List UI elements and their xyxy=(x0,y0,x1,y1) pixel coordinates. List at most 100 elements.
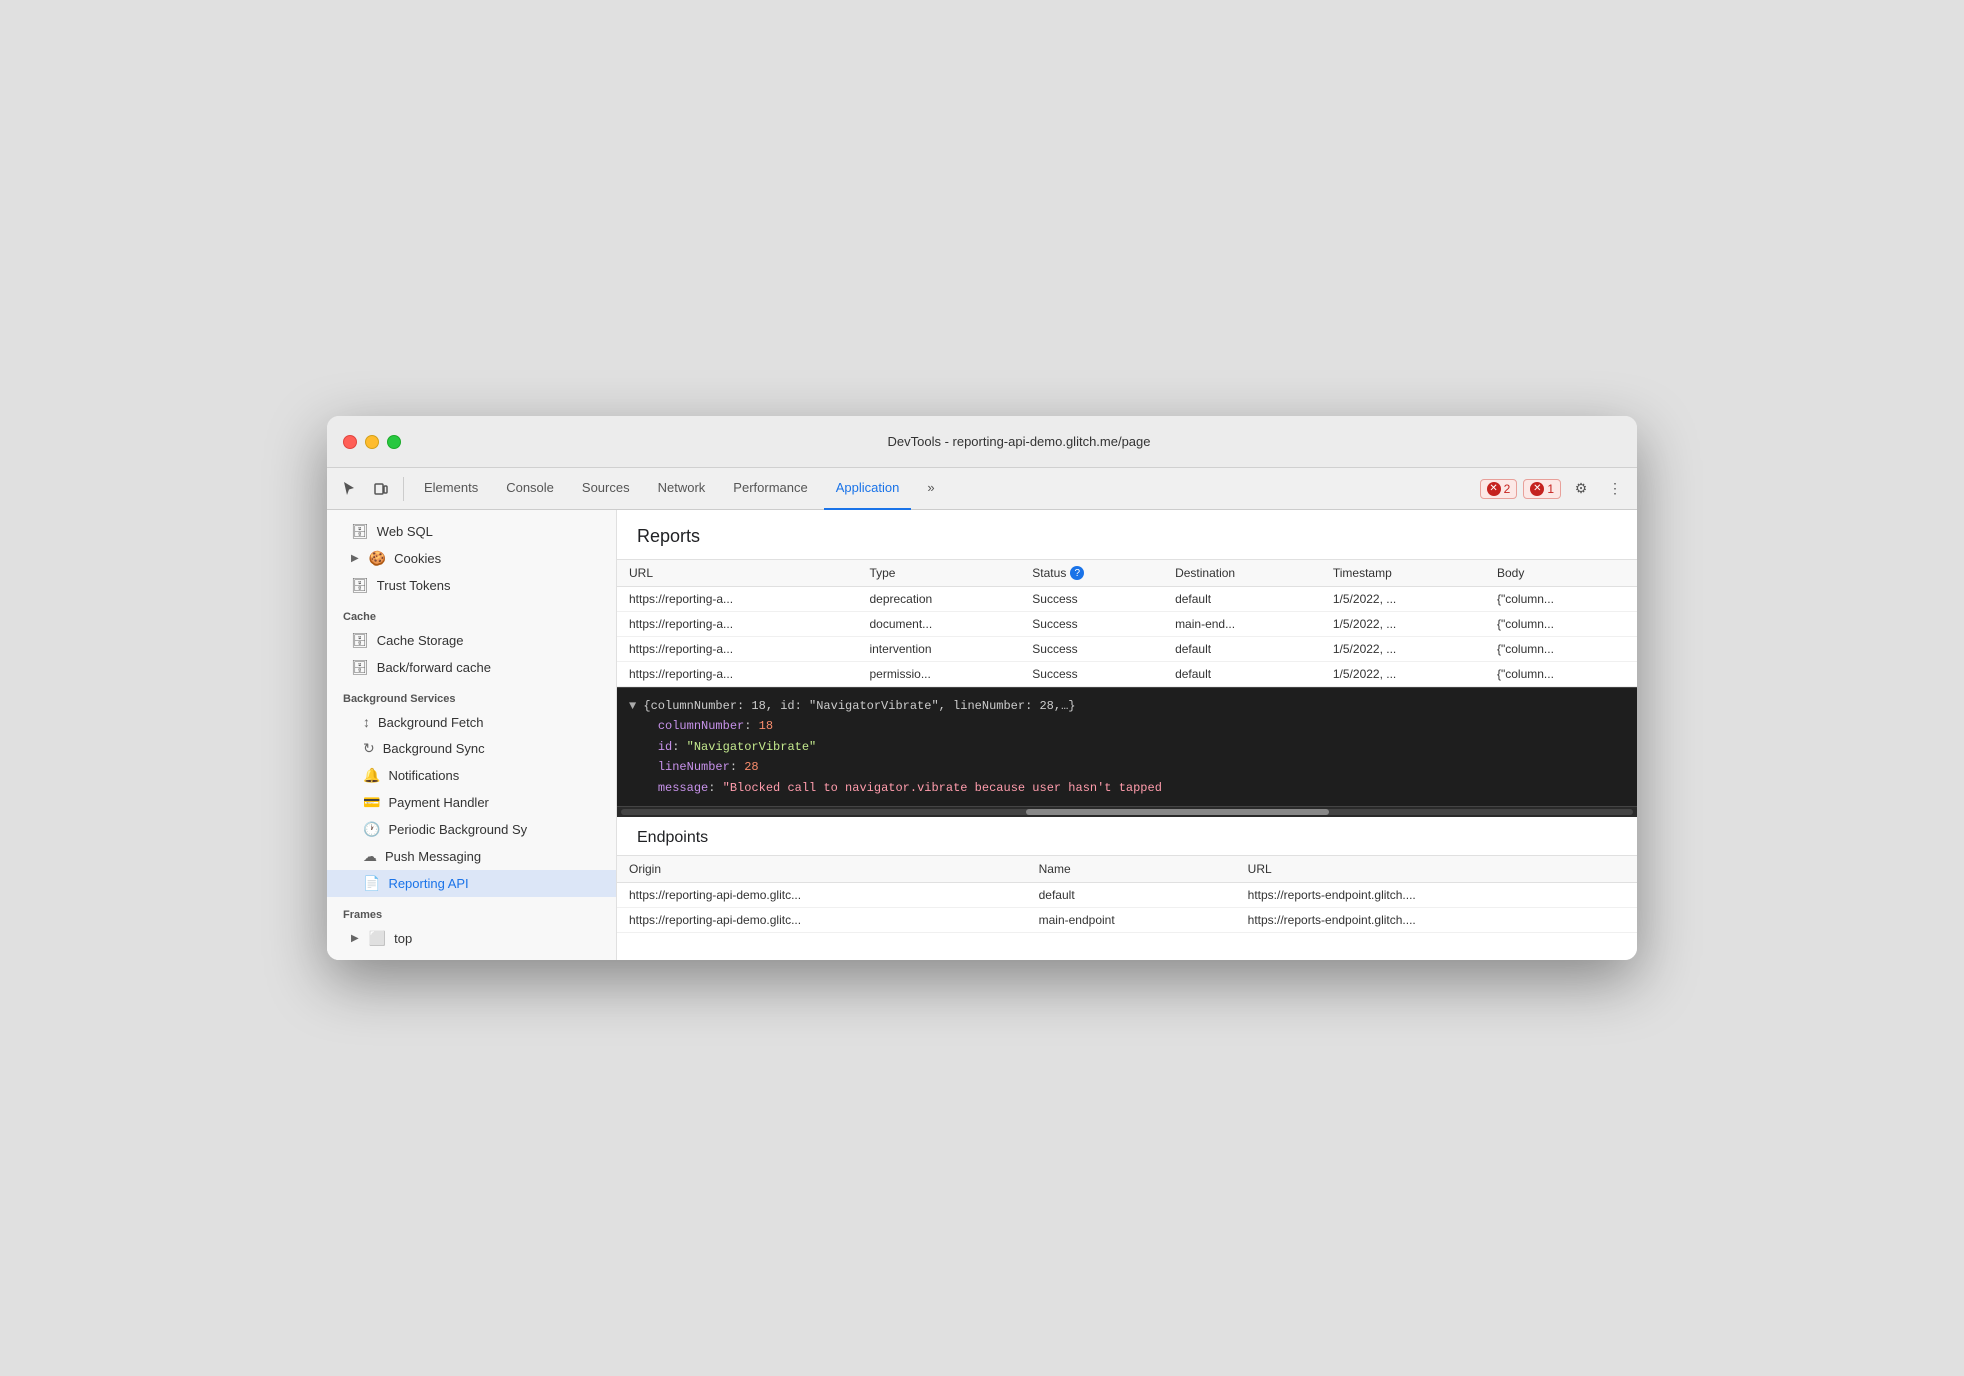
detail-id: id: "NavigatorVibrate" xyxy=(629,737,1625,757)
bfcache-icon: 🗄 xyxy=(351,659,369,676)
frames-section-header: Frames xyxy=(327,897,616,925)
endpoints-table-container: Origin Name URL https://reporting-api-de… xyxy=(617,856,1637,960)
sidebar-item-cookies[interactable]: ▶ 🍪 Cookies xyxy=(327,545,616,572)
cell-type: document... xyxy=(857,612,1020,637)
table-row[interactable]: https://reporting-a... permissio... Succ… xyxy=(617,662,1637,687)
cell-body: {"column... xyxy=(1485,637,1637,662)
titlebar: DevTools - reporting-api-demo.glitch.me/… xyxy=(327,416,1637,468)
traffic-lights xyxy=(343,435,401,449)
cell-destination: default xyxy=(1163,662,1321,687)
token-icon: 🗄 xyxy=(351,577,369,594)
more-options-icon[interactable]: ⋮ xyxy=(1601,475,1629,503)
expand-icon: ▶ xyxy=(351,933,359,944)
status-header: Status ? xyxy=(1032,566,1084,580)
detail-panel: ▼ {columnNumber: 18, id: "NavigatorVibra… xyxy=(617,687,1637,807)
settings-icon[interactable]: ⚙ xyxy=(1567,475,1595,503)
sidebar-item-top-frame[interactable]: ▶ ⬜ top xyxy=(327,925,616,952)
col-origin: Origin xyxy=(617,856,1027,883)
sidebar-item-label: Push Messaging xyxy=(385,849,481,864)
cell-timestamp: 1/5/2022, ... xyxy=(1321,612,1485,637)
sidebar-item-push-messaging[interactable]: ☁ Push Messaging xyxy=(327,843,616,870)
sidebar-item-label: top xyxy=(394,931,412,946)
tab-sources[interactable]: Sources xyxy=(570,468,642,510)
error-badge-1[interactable]: ✕ 2 xyxy=(1480,479,1518,499)
cell-type: permissio... xyxy=(857,662,1020,687)
minimize-button[interactable] xyxy=(365,435,379,449)
col-destination: Destination xyxy=(1163,560,1321,587)
table-row[interactable]: https://reporting-a... document... Succe… xyxy=(617,612,1637,637)
tab-application[interactable]: Application xyxy=(824,468,912,510)
close-button[interactable] xyxy=(343,435,357,449)
sidebar-item-bg-sync[interactable]: ↻ Background Sync xyxy=(327,735,616,762)
sidebar-item-label: Periodic Background Sy xyxy=(388,822,527,837)
sidebar-item-trust-tokens[interactable]: 🗄 Trust Tokens xyxy=(327,572,616,599)
cell-body: {"column... xyxy=(1485,612,1637,637)
tab-more[interactable]: » xyxy=(915,468,946,510)
cell-body: {"column... xyxy=(1485,662,1637,687)
detail-obj-text: {columnNumber: 18, id: "NavigatorVibrate… xyxy=(643,699,1075,713)
detail-summary[interactable]: ▼ {columnNumber: 18, id: "NavigatorVibra… xyxy=(629,696,1625,716)
sidebar-item-label: Back/forward cache xyxy=(377,660,491,675)
expand-icon: ▶ xyxy=(351,553,359,564)
cell-timestamp: 1/5/2022, ... xyxy=(1321,637,1485,662)
table-row[interactable]: https://reporting-api-demo.glitc... defa… xyxy=(617,882,1637,907)
tab-performance[interactable]: Performance xyxy=(721,468,819,510)
sidebar-item-label: Trust Tokens xyxy=(377,578,451,593)
horizontal-scrollbar[interactable] xyxy=(617,807,1637,817)
key-message: message xyxy=(658,781,708,795)
collapse-arrow[interactable]: ▼ xyxy=(629,699,636,713)
cursor-icon[interactable] xyxy=(335,475,363,503)
toolbar-divider xyxy=(403,477,404,501)
cell-url: https://reporting-a... xyxy=(617,587,857,612)
sidebar: 🗄 Web SQL ▶ 🍪 Cookies 🗄 Trust Tokens Cac… xyxy=(327,510,617,960)
cell-timestamp: 1/5/2022, ... xyxy=(1321,662,1485,687)
device-icon[interactable] xyxy=(367,475,395,503)
detail-line-number: lineNumber: 28 xyxy=(629,757,1625,777)
error-count-1: 2 xyxy=(1504,482,1511,496)
tab-console[interactable]: Console xyxy=(494,468,566,510)
scroll-thumb[interactable] xyxy=(1026,809,1330,815)
val-message: "Blocked call to navigator.vibrate becau… xyxy=(723,781,1162,795)
sidebar-item-payment-handler[interactable]: 💳 Payment Handler xyxy=(327,789,616,816)
status-help-icon[interactable]: ? xyxy=(1070,566,1084,580)
database-icon: 🗄 xyxy=(351,523,369,540)
error-x-icon-1: ✕ xyxy=(1487,482,1501,496)
col-type: Type xyxy=(857,560,1020,587)
cell-status: Success xyxy=(1020,662,1163,687)
fullscreen-button[interactable] xyxy=(387,435,401,449)
sidebar-item-notifications[interactable]: 🔔 Notifications xyxy=(327,762,616,789)
cell-origin: https://reporting-api-demo.glitc... xyxy=(617,907,1027,932)
sidebar-item-periodic-bg-sync[interactable]: 🕐 Periodic Background Sy xyxy=(327,816,616,843)
sidebar-item-bg-fetch[interactable]: ↕ Background Fetch xyxy=(327,709,616,735)
sidebar-item-reporting-api[interactable]: 📄 Reporting API xyxy=(327,870,616,897)
cell-url: https://reports-endpoint.glitch.... xyxy=(1236,882,1637,907)
cloud-icon: ☁ xyxy=(363,848,377,865)
frame-icon: ⬜ xyxy=(369,930,386,947)
cell-body: {"column... xyxy=(1485,587,1637,612)
cache-icon: 🗄 xyxy=(351,632,369,649)
tab-elements[interactable]: Elements xyxy=(412,468,490,510)
reports-table: URL Type Status ? Destination Timestamp xyxy=(617,560,1637,687)
sidebar-item-label: Background Sync xyxy=(383,741,485,756)
reports-title: Reports xyxy=(617,510,1637,560)
cell-name: main-endpoint xyxy=(1027,907,1236,932)
sidebar-item-bfcache[interactable]: 🗄 Back/forward cache xyxy=(327,654,616,681)
toolbar-right: ✕ 2 ✕ 1 ⚙ ⋮ xyxy=(1480,475,1629,503)
cell-destination: default xyxy=(1163,637,1321,662)
cookie-icon: 🍪 xyxy=(369,550,386,567)
val-id: "NavigatorVibrate" xyxy=(687,740,817,754)
tab-network[interactable]: Network xyxy=(646,468,718,510)
error-x-icon-2: ✕ xyxy=(1530,482,1544,496)
table-row[interactable]: https://reporting-api-demo.glitc... main… xyxy=(617,907,1637,932)
sidebar-item-web-sql[interactable]: 🗄 Web SQL xyxy=(327,518,616,545)
error-badge-2[interactable]: ✕ 1 xyxy=(1523,479,1561,499)
cell-status: Success xyxy=(1020,637,1163,662)
sidebar-item-cache-storage[interactable]: 🗄 Cache Storage xyxy=(327,627,616,654)
payment-icon: 💳 xyxy=(363,794,380,811)
main-content: 🗄 Web SQL ▶ 🍪 Cookies 🗄 Trust Tokens Cac… xyxy=(327,510,1637,960)
table-row[interactable]: https://reporting-a... intervention Succ… xyxy=(617,637,1637,662)
error-count-2: 1 xyxy=(1547,482,1554,496)
scroll-track xyxy=(621,809,1633,815)
table-row[interactable]: https://reporting-a... deprecation Succe… xyxy=(617,587,1637,612)
col-url: URL xyxy=(1236,856,1637,883)
